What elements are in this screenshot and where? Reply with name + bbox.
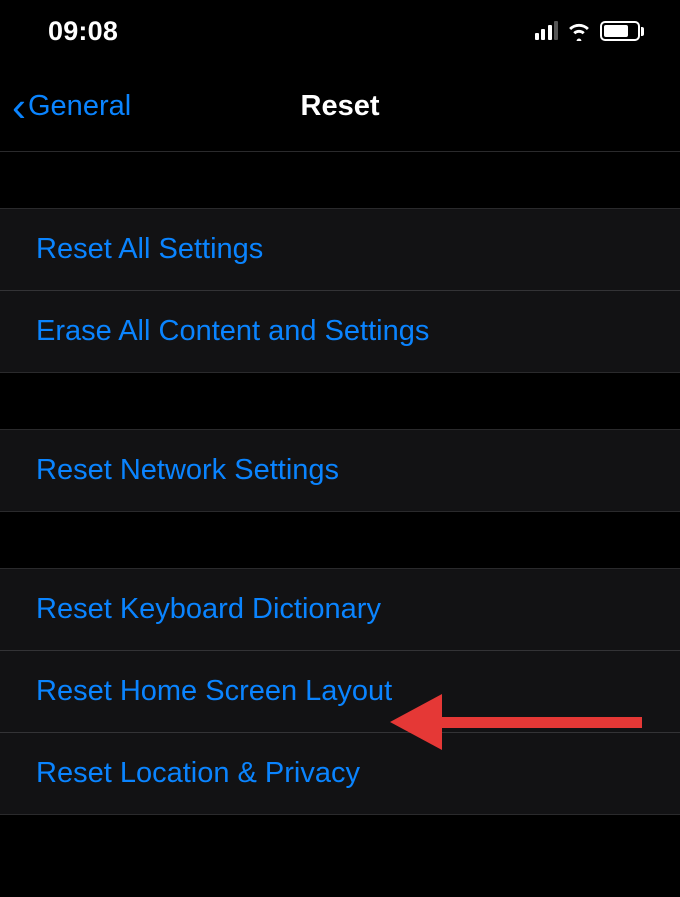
section-gap — [0, 373, 680, 429]
chevron-left-icon: ‹ — [12, 86, 26, 128]
navigation-bar: ‹ General Reset — [0, 62, 680, 152]
reset-all-settings-cell[interactable]: Reset All Settings — [0, 209, 680, 290]
battery-icon — [600, 21, 644, 41]
status-time: 09:08 — [48, 16, 118, 47]
annotation-arrow — [390, 694, 642, 750]
reset-network-settings-cell[interactable]: Reset Network Settings — [0, 430, 680, 511]
settings-group: Reset Keyboard DictionaryReset Home Scre… — [0, 568, 680, 815]
status-indicators — [535, 21, 645, 41]
settings-group: Reset All SettingsErase All Content and … — [0, 208, 680, 373]
back-button-label: General — [28, 90, 131, 123]
section-gap — [0, 512, 680, 568]
section-gap — [0, 152, 680, 208]
settings-group: Reset Network Settings — [0, 429, 680, 512]
wifi-icon — [566, 21, 592, 41]
erase-all-content-cell[interactable]: Erase All Content and Settings — [0, 290, 680, 372]
reset-keyboard-dictionary-cell[interactable]: Reset Keyboard Dictionary — [0, 569, 680, 650]
status-bar: 09:08 — [0, 0, 680, 62]
back-button[interactable]: ‹ General — [0, 86, 131, 128]
cellular-signal-icon — [535, 22, 559, 40]
page-title: Reset — [301, 90, 380, 123]
